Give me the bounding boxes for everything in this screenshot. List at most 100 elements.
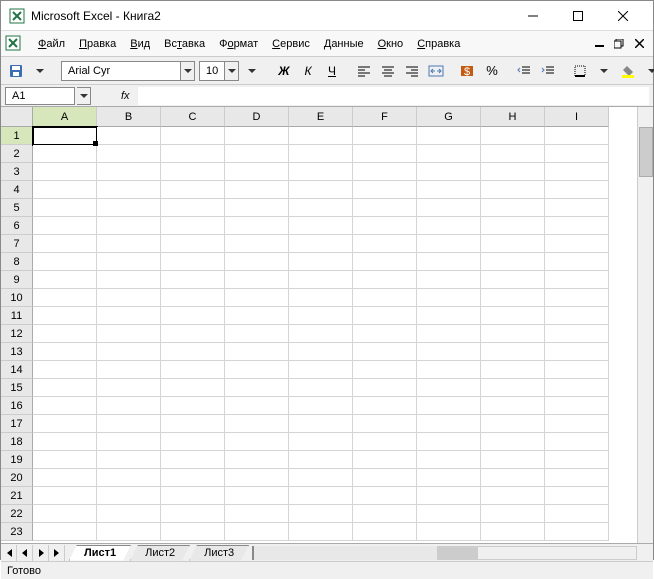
cell-F20[interactable] <box>353 469 417 487</box>
cell-H9[interactable] <box>481 271 545 289</box>
cell-I15[interactable] <box>545 379 609 397</box>
cell-G11[interactable] <box>417 307 481 325</box>
cell-B11[interactable] <box>97 307 161 325</box>
cell-F10[interactable] <box>353 289 417 307</box>
name-box-dropdown[interactable] <box>77 87 91 105</box>
cell-C11[interactable] <box>161 307 225 325</box>
cell-G13[interactable] <box>417 343 481 361</box>
menu-сервис[interactable]: Сервис <box>265 35 317 53</box>
cell-H20[interactable] <box>481 469 545 487</box>
cell-E9[interactable] <box>289 271 353 289</box>
cell-G5[interactable] <box>417 199 481 217</box>
tab-next-button[interactable] <box>33 545 49 561</box>
cell-G22[interactable] <box>417 505 481 523</box>
cell-I7[interactable] <box>545 235 609 253</box>
cell-B4[interactable] <box>97 181 161 199</box>
cell-E10[interactable] <box>289 289 353 307</box>
cell-D10[interactable] <box>225 289 289 307</box>
row-head-16[interactable]: 16 <box>1 397 33 415</box>
cell-E13[interactable] <box>289 343 353 361</box>
cell-B2[interactable] <box>97 145 161 163</box>
cell-C2[interactable] <box>161 145 225 163</box>
cell-B23[interactable] <box>97 523 161 541</box>
cell-H18[interactable] <box>481 433 545 451</box>
tab-prev-button[interactable] <box>17 545 33 561</box>
cell-C21[interactable] <box>161 487 225 505</box>
row-head-19[interactable]: 19 <box>1 451 33 469</box>
cell-C18[interactable] <box>161 433 225 451</box>
tab-last-button[interactable] <box>49 545 65 561</box>
cell-I14[interactable] <box>545 361 609 379</box>
cell-G19[interactable] <box>417 451 481 469</box>
cell-B12[interactable] <box>97 325 161 343</box>
cell-E6[interactable] <box>289 217 353 235</box>
cell-B14[interactable] <box>97 361 161 379</box>
cell-I10[interactable] <box>545 289 609 307</box>
menu-формат[interactable]: Формат <box>212 35 265 53</box>
sheet-tab-1[interactable]: Лист1 <box>69 545 131 561</box>
cell-A22[interactable] <box>33 505 97 523</box>
cell-B20[interactable] <box>97 469 161 487</box>
cell-A2[interactable] <box>33 145 97 163</box>
cell-A21[interactable] <box>33 487 97 505</box>
cell-E17[interactable] <box>289 415 353 433</box>
cell-C14[interactable] <box>161 361 225 379</box>
cell-A19[interactable] <box>33 451 97 469</box>
cell-D21[interactable] <box>225 487 289 505</box>
cell-H17[interactable] <box>481 415 545 433</box>
name-box[interactable]: A1 <box>5 87 75 105</box>
row-head-9[interactable]: 9 <box>1 271 33 289</box>
row-head-3[interactable]: 3 <box>1 163 33 181</box>
cell-I11[interactable] <box>545 307 609 325</box>
cell-C10[interactable] <box>161 289 225 307</box>
cell-H19[interactable] <box>481 451 545 469</box>
cell-D19[interactable] <box>225 451 289 469</box>
italic-button[interactable]: К <box>297 60 319 82</box>
cell-F15[interactable] <box>353 379 417 397</box>
cell-H13[interactable] <box>481 343 545 361</box>
col-head-I[interactable]: I <box>545 107 609 127</box>
sheet-tab-2[interactable]: Лист2 <box>130 545 190 561</box>
cell-H21[interactable] <box>481 487 545 505</box>
cell-H10[interactable] <box>481 289 545 307</box>
cell-H8[interactable] <box>481 253 545 271</box>
cell-D4[interactable] <box>225 181 289 199</box>
cell-I3[interactable] <box>545 163 609 181</box>
cell-I4[interactable] <box>545 181 609 199</box>
vscroll-thumb[interactable] <box>639 127 653 177</box>
cell-G8[interactable] <box>417 253 481 271</box>
app-icon[interactable] <box>5 35 23 53</box>
cell-A14[interactable] <box>33 361 97 379</box>
bold-button[interactable]: Ж <box>273 60 295 82</box>
cell-G16[interactable] <box>417 397 481 415</box>
cell-F17[interactable] <box>353 415 417 433</box>
cell-D23[interactable] <box>225 523 289 541</box>
cell-B22[interactable] <box>97 505 161 523</box>
cell-G15[interactable] <box>417 379 481 397</box>
cell-D22[interactable] <box>225 505 289 523</box>
cell-I8[interactable] <box>545 253 609 271</box>
borders-button[interactable] <box>569 60 591 82</box>
currency-button[interactable]: $ <box>457 60 479 82</box>
align-right-button[interactable] <box>401 60 423 82</box>
cell-G7[interactable] <box>417 235 481 253</box>
sheet-tab-3[interactable]: Лист3 <box>189 545 249 561</box>
font-size-value[interactable]: 10 <box>199 61 225 81</box>
cell-C5[interactable] <box>161 199 225 217</box>
cell-B15[interactable] <box>97 379 161 397</box>
row-head-4[interactable]: 4 <box>1 181 33 199</box>
cell-E21[interactable] <box>289 487 353 505</box>
cell-A7[interactable] <box>33 235 97 253</box>
cell-E1[interactable] <box>289 127 353 145</box>
row-head-7[interactable]: 7 <box>1 235 33 253</box>
cell-D7[interactable] <box>225 235 289 253</box>
doc-close-button[interactable] <box>631 36 647 52</box>
cell-D9[interactable] <box>225 271 289 289</box>
cell-E4[interactable] <box>289 181 353 199</box>
cell-F4[interactable] <box>353 181 417 199</box>
cell-E18[interactable] <box>289 433 353 451</box>
cell-B19[interactable] <box>97 451 161 469</box>
cell-C15[interactable] <box>161 379 225 397</box>
row-head-5[interactable]: 5 <box>1 199 33 217</box>
fill-color-dropdown[interactable] <box>641 60 654 82</box>
